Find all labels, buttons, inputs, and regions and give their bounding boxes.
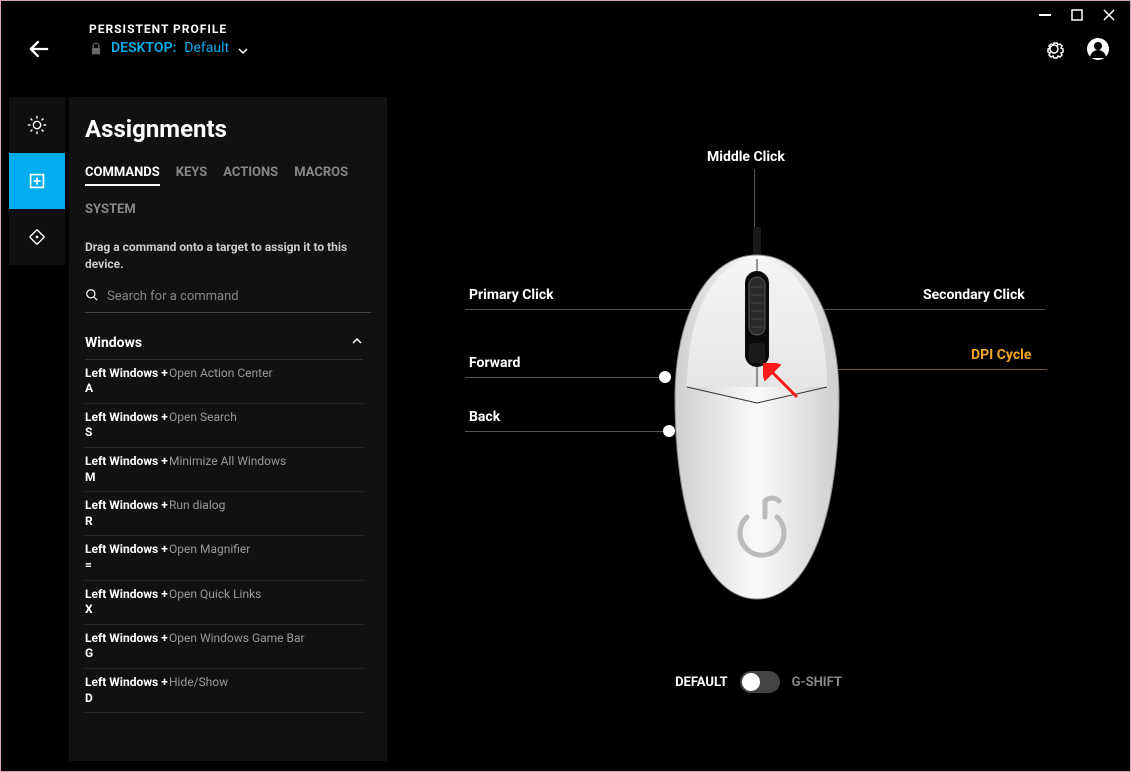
command-row[interactable]: Left Windows + GOpen Windows Game Bar [85,625,363,669]
search-input[interactable] [107,289,371,304]
gshift-toggle[interactable] [740,671,780,693]
chevron-down-icon [237,42,249,54]
mode-gshift-label: G-SHIFT [792,675,842,690]
label-back: Back [469,409,500,425]
label-forward: Forward [469,355,520,371]
label-dpi-cycle[interactable]: DPI Cycle [971,347,1031,363]
lock-icon [89,41,103,55]
command-desc: Minimize All Windows [169,454,363,470]
command-key: Left Windows + = [85,542,169,573]
back-button[interactable] [25,35,53,63]
tab-actions[interactable]: ACTIONS [223,165,278,186]
command-key: Left Windows + X [85,587,169,618]
account-button[interactable] [1086,37,1110,61]
command-row[interactable]: Left Windows + =Open Magnifier [85,536,363,580]
label-primary-click: Primary Click [469,287,554,303]
chevron-up-icon [351,335,363,351]
command-row[interactable]: Left Windows + XOpen Quick Links [85,581,363,625]
label-secondary-click: Secondary Click [923,287,1025,303]
settings-button[interactable] [1042,37,1066,61]
command-row[interactable]: Left Windows + AOpen Action Center [85,360,363,404]
command-group-header[interactable]: Windows [85,327,363,360]
command-list[interactable]: Windows Left Windows + AOpen Action Cent… [85,327,371,757]
command-desc: Open Search [169,410,363,426]
label-middle-click: Middle Click [707,149,785,165]
command-row[interactable]: Left Windows + DHide/Show [85,669,363,713]
command-key: Left Windows + R [85,498,169,529]
mode-default-label: DEFAULT [675,675,728,690]
rail-sensitivity[interactable] [9,209,65,265]
profile-label: PERSISTENT PROFILE [89,22,249,36]
command-desc: Hide/Show [169,675,363,691]
command-desc: Open Windows Game Bar [169,631,363,647]
tab-system[interactable]: SYSTEM [85,202,136,221]
command-key: Left Windows + M [85,454,169,485]
command-group-name: Windows [85,335,142,351]
rail-assignments[interactable] [9,153,65,209]
leader-line [465,431,669,432]
command-desc: Open Quick Links [169,587,363,603]
command-row[interactable]: Left Windows + MMinimize All Windows [85,448,363,492]
rail-lighting[interactable] [9,97,65,153]
panel-title: Assignments [85,115,371,143]
command-row[interactable]: Left Windows + SOpen Search [85,404,363,448]
command-key: Left Windows + D [85,675,169,706]
mouse-illustration [657,227,857,627]
tab-keys[interactable]: KEYS [176,165,208,186]
profile-name: Default [184,40,229,56]
profile-prefix: DESKTOP: [111,40,176,56]
command-row[interactable]: Left Windows + RRun dialog [85,492,363,536]
tab-macros[interactable]: MACROS [294,165,348,186]
arrow-annotation [763,363,803,403]
command-desc: Run dialog [169,498,363,514]
leader-line [465,377,665,378]
command-key: Left Windows + G [85,631,169,662]
panel-hint: Drag a command onto a target to assign i… [85,239,371,273]
command-key: Left Windows + A [85,366,169,397]
command-desc: Open Action Center [169,366,363,382]
command-desc: Open Magnifier [169,542,363,558]
command-key: Left Windows + S [85,410,169,441]
profile-selector[interactable]: DESKTOP: Default [89,40,249,56]
tab-commands[interactable]: COMMANDS [85,165,160,186]
search-icon [85,287,99,306]
